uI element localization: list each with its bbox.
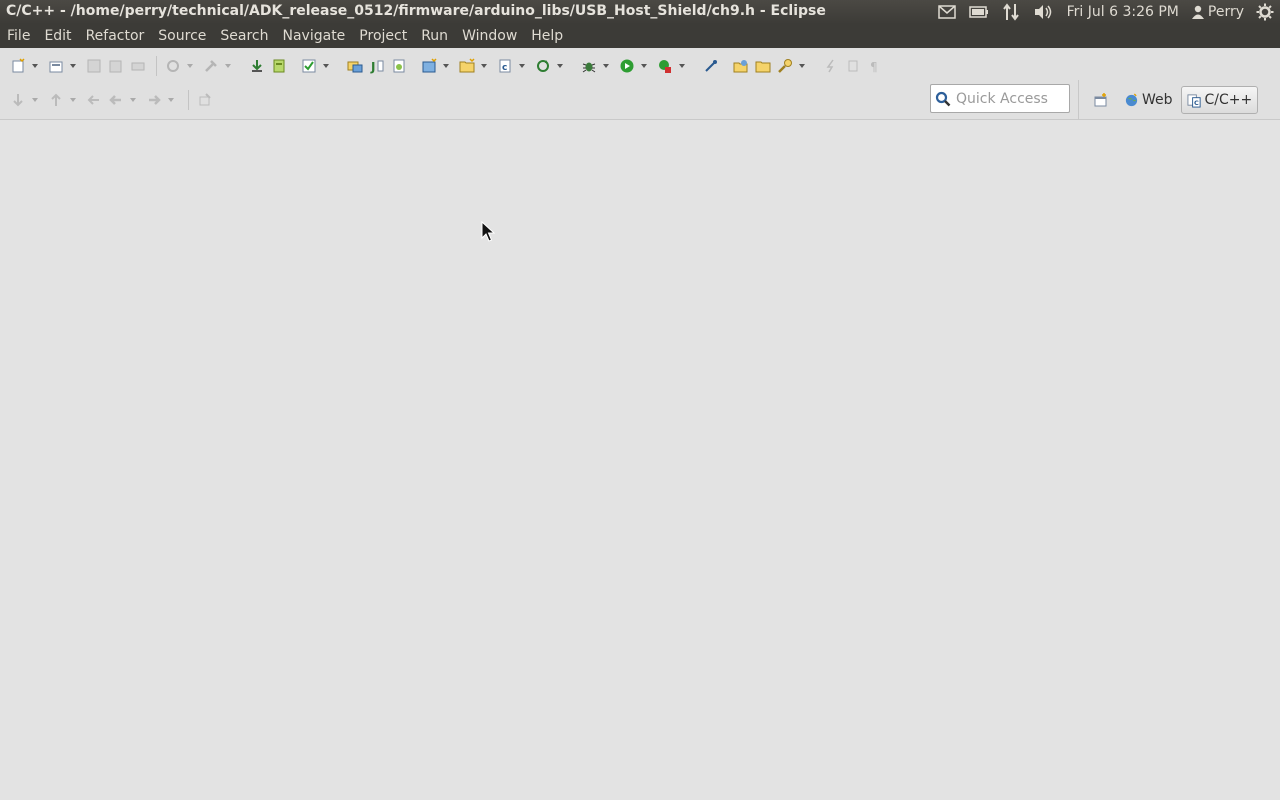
new-class-icon[interactable]: c (495, 56, 515, 76)
new-dropdown-icon[interactable] (30, 56, 40, 76)
user-icon (1191, 5, 1204, 19)
debug-icon[interactable] (579, 56, 599, 76)
save-icon (84, 56, 104, 76)
svg-text:c: c (502, 63, 507, 73)
paragraph-icon: ¶ (865, 56, 885, 76)
sdk-manager-icon[interactable] (269, 56, 289, 76)
open-perspective-icon[interactable] (1090, 89, 1112, 111)
new-cpp-project-dropdown-icon[interactable] (441, 56, 451, 76)
next-edit-icon (8, 90, 28, 110)
next-annotation-icon (821, 56, 841, 76)
new-folder-icon[interactable] (457, 56, 477, 76)
network-icon[interactable] (1000, 0, 1022, 24)
globe-icon (1125, 92, 1138, 106)
refresh-dropdown-icon[interactable] (555, 56, 565, 76)
svg-text:¶: ¶ (870, 60, 878, 74)
next-edit-dropdown-icon (30, 90, 40, 110)
show-whitespace-icon (843, 56, 863, 76)
toolbar-row-navigation (8, 86, 217, 114)
last-edit-location-icon (84, 90, 104, 110)
new-folder-dropdown-icon[interactable] (479, 56, 489, 76)
new-icon[interactable] (8, 56, 28, 76)
download-icon[interactable] (247, 56, 267, 76)
menu-edit[interactable]: Edit (44, 28, 78, 44)
toolbar-row-primary: J c ¶ (8, 52, 887, 80)
perspective-web-button[interactable]: Web (1124, 87, 1173, 113)
print-icon (128, 56, 148, 76)
pin-editor-icon (195, 90, 215, 110)
external-tools-icon[interactable] (655, 56, 675, 76)
menu-navigate[interactable]: Navigate (283, 28, 353, 44)
menu-bar: File Edit Refactor Source Search Navigat… (0, 24, 1280, 48)
menu-source[interactable]: Source (158, 28, 213, 44)
menu-window[interactable]: Window (462, 28, 524, 44)
mouse-cursor-icon (481, 220, 496, 247)
cpp-tool-icon[interactable] (701, 56, 721, 76)
system-indicators: Fri Jul 6 3:26 PM Perry (936, 0, 1280, 24)
save-all-icon (106, 56, 126, 76)
previous-edit-dropdown-icon (68, 90, 78, 110)
menu-file[interactable]: File (7, 28, 37, 44)
back-dropdown-icon (128, 90, 138, 110)
user-menu[interactable]: Perry (1191, 0, 1244, 24)
quick-access-box[interactable] (930, 84, 1070, 113)
menu-run[interactable]: Run (421, 28, 455, 44)
menu-refactor[interactable]: Refactor (86, 28, 152, 44)
open-type-icon[interactable] (731, 56, 751, 76)
workbench-area (0, 121, 1280, 800)
debug-dropdown-icon[interactable] (601, 56, 611, 76)
external-tools-dropdown-icon[interactable] (677, 56, 687, 76)
new-cpp-project-icon[interactable] (419, 56, 439, 76)
new-xml-file-icon[interactable] (389, 56, 409, 76)
menu-help[interactable]: Help (531, 28, 570, 44)
battery-icon[interactable] (968, 0, 990, 24)
search-tool-icon[interactable] (775, 56, 795, 76)
toolbar-separator (188, 90, 189, 110)
perspective-cpp-button[interactable]: C C/C++ (1180, 86, 1259, 114)
svg-text:C: C (1194, 99, 1199, 107)
open-folder-icon[interactable] (753, 56, 773, 76)
mail-icon[interactable] (936, 0, 958, 24)
new-project-icon[interactable] (46, 56, 66, 76)
build-dropdown-icon (185, 56, 195, 76)
forward-icon (144, 90, 164, 110)
quick-access-input[interactable] (956, 90, 1068, 107)
window-title-bar: C/C++ - /home/perry/technical/ADK_releas… (0, 0, 1280, 24)
volume-icon[interactable] (1032, 0, 1054, 24)
toolbar-separator (156, 56, 157, 76)
run-icon[interactable] (617, 56, 637, 76)
run-dropdown-icon[interactable] (639, 56, 649, 76)
svg-text:J: J (370, 60, 375, 74)
user-name: Perry (1207, 4, 1244, 20)
new-class-dropdown-icon[interactable] (517, 56, 527, 76)
refresh-icon[interactable] (533, 56, 553, 76)
perspective-web-label: Web (1142, 92, 1173, 108)
new-project-dropdown-icon[interactable] (68, 56, 78, 76)
search-icon (935, 91, 951, 106)
menu-project[interactable]: Project (359, 28, 414, 44)
build-all-icon (163, 56, 183, 76)
new-android-project-icon[interactable] (345, 56, 365, 76)
perspective-cpp-label: C/C++ (1204, 92, 1253, 108)
back-icon (106, 90, 126, 110)
search-tool-dropdown-icon[interactable] (797, 56, 807, 76)
perspective-switcher: Web C C/C++ (1078, 80, 1280, 120)
menu-search[interactable]: Search (220, 28, 275, 44)
hammer-dropdown-icon (223, 56, 233, 76)
new-junit-icon[interactable]: J (367, 56, 387, 76)
lint-check-icon[interactable] (299, 56, 319, 76)
clock[interactable]: Fri Jul 6 3:26 PM (1067, 0, 1179, 24)
hammer-icon (201, 56, 221, 76)
forward-dropdown-icon (166, 90, 176, 110)
previous-edit-icon (46, 90, 66, 110)
lint-dropdown-icon[interactable] (321, 56, 331, 76)
power-icon[interactable] (1254, 0, 1276, 24)
window-title: C/C++ - /home/perry/technical/ADK_releas… (6, 3, 826, 19)
cpp-perspective-icon: C (1187, 93, 1201, 108)
